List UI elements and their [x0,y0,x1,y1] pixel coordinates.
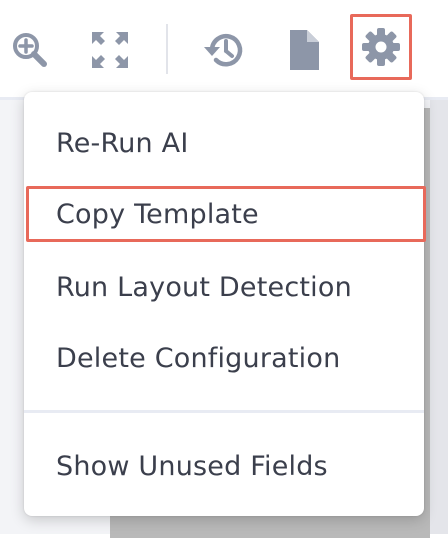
menu-item-label: Run Layout Detection [56,271,352,303]
menu-item-delete-configuration[interactable]: Delete Configuration [24,325,424,391]
toolbar-divider [166,24,168,74]
history-icon[interactable] [202,29,246,71]
zoom-in-icon[interactable] [10,30,50,70]
settings-highlight [350,14,412,80]
menu-item-copy-template[interactable]: Copy Template [24,181,424,247]
menu-item-show-unused-fields[interactable]: Show Unused Fields [24,433,424,499]
menu-item-label: Re-Run AI [56,127,189,159]
menu-item-run-layout-detection[interactable]: Run Layout Detection [24,254,424,320]
fullscreen-icon[interactable] [90,30,130,70]
menu-divider [24,410,424,413]
scrollbar[interactable] [430,100,448,534]
menu-item-rerun-ai[interactable]: Re-Run AI [24,110,424,176]
menu-item-label: Show Unused Fields [56,450,328,482]
document-icon[interactable] [287,28,321,72]
menu-item-label: Copy Template [56,198,259,230]
menu-item-label: Delete Configuration [56,342,341,374]
settings-menu: Re-Run AI Copy Template Run Layout Detec… [24,92,424,516]
toolbar [0,0,448,100]
